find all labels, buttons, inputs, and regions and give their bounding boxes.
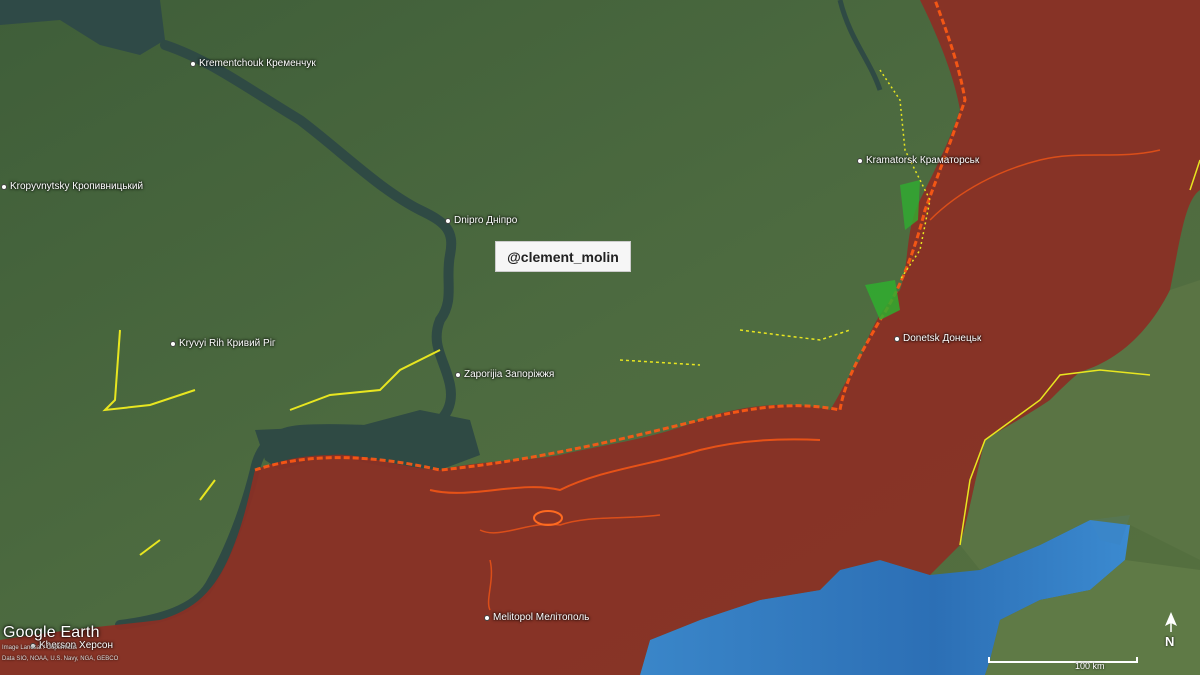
city-dnipro[interactable]: Dnipro Дніпро [445, 215, 517, 226]
city-kramatorsk[interactable]: Kramatorsk Краматорськ [857, 155, 979, 166]
city-label: Zaporijia Запоріжжя [464, 369, 555, 380]
city-marker [445, 217, 451, 224]
google-earth-logo: Google Earth [3, 624, 100, 641]
scale-label: 100 km [1075, 661, 1105, 671]
watermark-label: @clement_molin [495, 241, 631, 272]
image-attribution: Image Landsat / Copernicus [2, 645, 78, 651]
city-label: Kryvyi Rih Кривий Ріг [179, 338, 276, 349]
city-label: Dnipro Дніпро [454, 215, 518, 226]
city-marker [170, 340, 176, 347]
city-zaporijia[interactable]: Zaporijia Запоріжжя [455, 369, 554, 380]
city-melitopol[interactable]: Melitopol Мелітополь [484, 612, 589, 623]
city-label: Krementchouk Кременчук [199, 58, 316, 69]
city-label: Melitopol Мелітополь [493, 612, 590, 623]
city-kremenchuk[interactable]: Krementchouk Кременчук [190, 58, 316, 69]
city-kropyvnytsky[interactable]: Kropyvnytsky Кропивницький [1, 181, 143, 192]
city-marker [1, 183, 7, 190]
compass-north-label: N [1165, 634, 1175, 649]
data-attribution: Data SIO, NOAA, U.S. Navy, NGA, GEBCO [2, 656, 119, 662]
city-donetsk[interactable]: Donetsk Донецьк [894, 333, 981, 344]
city-marker [894, 335, 900, 342]
city-kryvyi-rih[interactable]: Kryvyi Rih Кривий Ріг [170, 338, 276, 349]
city-label: Donetsk Донецьк [903, 333, 982, 344]
city-marker [455, 371, 461, 378]
map-view[interactable]: Krementchouk Кременчук Kropyvnytsky Кроп… [0, 0, 1200, 675]
city-label: Kropyvnytsky Кропивницький [10, 181, 144, 192]
city-marker [484, 614, 490, 621]
city-label: Kramatorsk Краматорськ [866, 155, 980, 166]
city-marker [857, 157, 863, 164]
city-marker [190, 60, 196, 67]
